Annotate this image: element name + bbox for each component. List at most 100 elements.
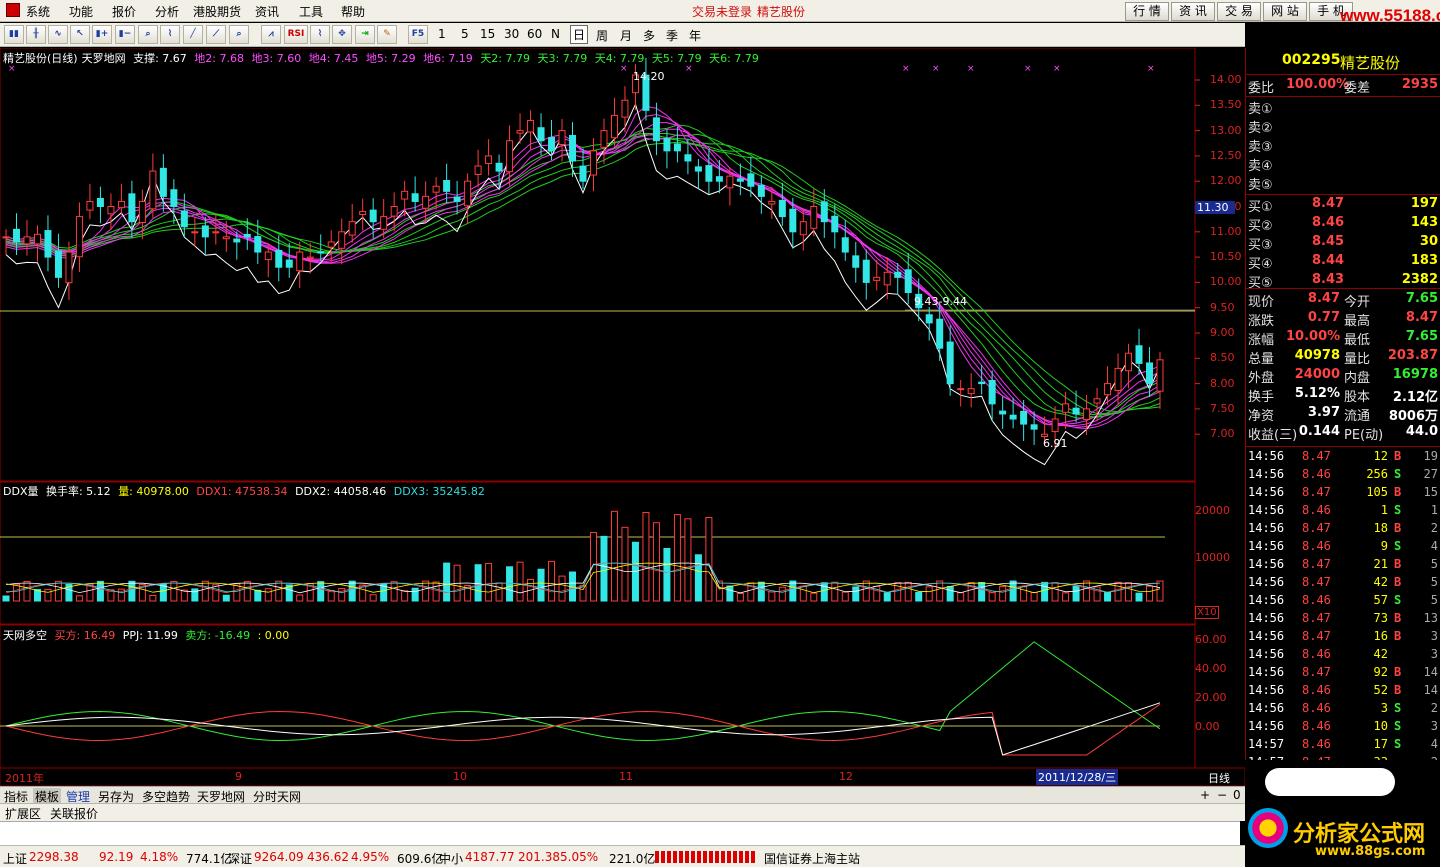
period-30min[interactable]: 30 — [504, 27, 519, 41]
volume-bar — [495, 582, 503, 602]
trend-icon[interactable]: ╱ — [183, 25, 203, 44]
cursor-icon[interactable]: ↖ — [70, 25, 90, 44]
extension-area — [0, 821, 1240, 845]
candle-body — [117, 200, 125, 209]
main-indicator-name: 天罗地网 — [81, 52, 126, 65]
candle-body — [243, 233, 251, 238]
tick-row: 14:56 8.47 105 B 15 — [1248, 484, 1439, 502]
candle-body — [317, 251, 325, 254]
menu-tools[interactable]: 工具 — [299, 3, 323, 20]
tick-price: 8.47 — [1302, 665, 1331, 679]
candle-body — [1072, 407, 1080, 415]
trend-icon[interactable]: ⟋ — [206, 25, 226, 44]
zoom-in-icon[interactable]: ▮+ — [92, 25, 112, 44]
period-week[interactable]: 周 — [596, 27, 608, 44]
volume-title: DDX量 — [3, 485, 39, 498]
signal-marker: × — [1024, 64, 1032, 74]
tick-row: 14:56 8.46 10 S 3 — [1248, 718, 1439, 736]
menu-quote[interactable]: 报价 — [112, 3, 136, 20]
candle-body — [694, 166, 702, 172]
menu-system[interactable]: 系统 — [26, 3, 50, 20]
period-5min[interactable]: 5 — [461, 27, 469, 41]
candle-chart-icon[interactable]: ╫ — [26, 25, 46, 44]
watermark-site: www.88gs.com — [1315, 844, 1426, 859]
pencil-icon[interactable]: ✎ — [377, 25, 397, 44]
trend-icon[interactable]: ⌇ — [160, 25, 180, 44]
rsi-icon[interactable]: RSI — [284, 25, 308, 44]
stat-value: 40978 — [1294, 348, 1340, 363]
menu-analysis[interactable]: 分析 — [155, 3, 179, 20]
period-month[interactable]: 月 — [620, 27, 632, 44]
volume-bar — [264, 588, 272, 602]
candle-body — [75, 216, 83, 258]
stat-value: 7.65 — [1405, 291, 1438, 306]
bid-price: 8.46 — [1312, 215, 1345, 230]
period-day[interactable]: 日 — [570, 25, 589, 44]
kline-chart[interactable]: × × × × × × × × × — [0, 48, 1245, 786]
volume-bar — [1146, 585, 1154, 602]
tick-volume: 42 — [1373, 647, 1388, 661]
zoom-out-icon[interactable]: ▮− — [115, 25, 135, 44]
menu-help[interactable]: 帮助 — [341, 3, 365, 20]
volume-bar — [768, 591, 776, 602]
tab-extension-area[interactable]: 扩展区 — [5, 805, 41, 822]
candle-body — [831, 215, 839, 233]
line-chart-icon[interactable]: ∿ — [48, 25, 68, 44]
candle-body — [1093, 398, 1101, 404]
high-annotation: 14.20 — [633, 70, 665, 83]
period-60min[interactable]: 60 — [527, 27, 542, 41]
search-icon[interactable]: ⌕ — [138, 25, 158, 44]
tick-row: 14:56 8.47 16 B 3 — [1248, 628, 1439, 646]
candle-body — [600, 130, 608, 148]
volume-bar — [589, 532, 597, 602]
bar-chart-icon[interactable]: ▮▮ — [4, 25, 24, 44]
website-button[interactable]: 网 站 — [1263, 2, 1307, 21]
volume-bar — [369, 594, 377, 602]
export-icon[interactable]: ⇥ — [355, 25, 375, 44]
tick-side: B — [1394, 629, 1402, 643]
minus-icon[interactable]: − — [1217, 788, 1227, 802]
tick-row: 14:56 8.47 18 B 2 — [1248, 520, 1439, 538]
trade-button[interactable]: 交 易 — [1217, 2, 1261, 21]
ask-level-label: 卖② — [1248, 121, 1273, 136]
f5-button[interactable]: F5 — [408, 25, 428, 44]
tick-row: 14:57 8.46 17 S 4 — [1248, 736, 1439, 754]
tab-related-quotes[interactable]: 关联报价 — [50, 805, 98, 822]
candle-body — [967, 388, 975, 394]
move-icon[interactable]: ✥ — [332, 25, 352, 44]
volume-bar — [778, 586, 786, 602]
bid-volume: 183 — [1410, 253, 1438, 268]
trend-icon[interactable]: ⩘ — [261, 25, 281, 44]
extension-bar: 扩展区 关联报价 — [0, 803, 1440, 821]
tick-side: B — [1394, 485, 1402, 499]
candle-body — [537, 127, 545, 142]
candle-body — [925, 314, 933, 324]
volume-bar — [694, 554, 702, 602]
news-button[interactable]: 资 讯 — [1171, 2, 1215, 21]
period-1min[interactable]: 1 — [438, 27, 446, 41]
volume-bar — [600, 535, 608, 602]
period-multi[interactable]: 多 — [643, 27, 655, 44]
period-n[interactable]: N — [551, 27, 560, 41]
candle-body — [128, 193, 136, 223]
tick-count: 4 — [1430, 539, 1438, 553]
menu-news[interactable]: 资讯 — [255, 3, 279, 20]
bid-volume: 30 — [1419, 234, 1438, 249]
period-quarter[interactable]: 季 — [666, 27, 678, 44]
candle-body — [485, 155, 493, 164]
volume-bar — [1156, 580, 1164, 602]
menu-function[interactable]: 功能 — [69, 3, 93, 20]
add-icon[interactable]: + — [1200, 788, 1210, 802]
weibi-value: 100.00% — [1286, 77, 1350, 92]
period-year[interactable]: 年 — [689, 27, 701, 44]
quote-button[interactable]: 行 情 — [1125, 2, 1169, 21]
volume-bar — [149, 594, 157, 602]
stat-value: 8.47 — [1405, 310, 1438, 325]
tick-price: 8.46 — [1302, 467, 1331, 481]
reset-icon[interactable]: 0 — [1233, 788, 1241, 802]
search-icon[interactable]: ⌕ — [229, 25, 249, 44]
menu-hk-futures[interactable]: 港股期货 — [193, 3, 241, 20]
trend-icon[interactable]: ⌇ — [310, 25, 330, 44]
candle-body — [348, 221, 356, 236]
period-15min[interactable]: 15 — [480, 27, 495, 41]
